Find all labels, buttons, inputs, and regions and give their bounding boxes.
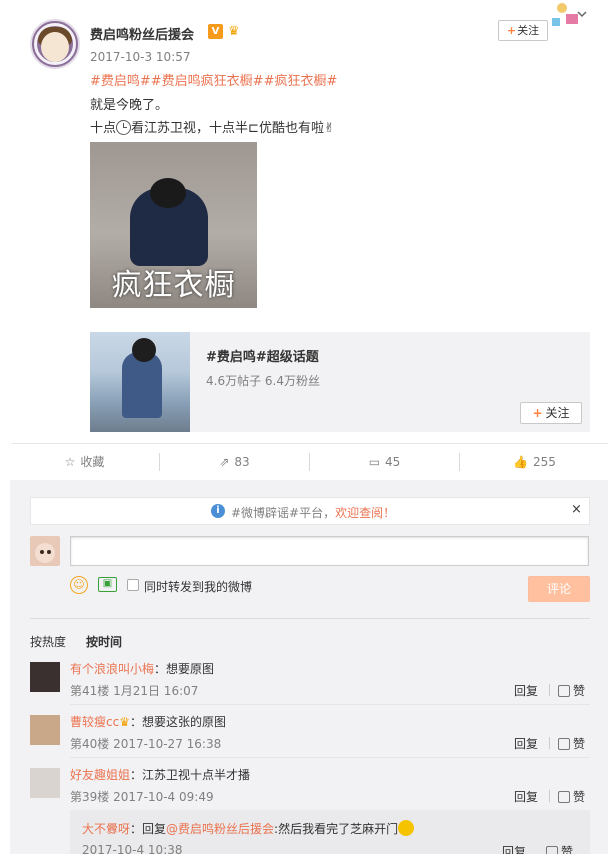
topic-card-image[interactable] <box>90 332 190 432</box>
commenter-name: 有个浪浪叫小梅：想要原图 <box>70 660 214 677</box>
post-text-part: 优酷也有啦 <box>258 121 324 136</box>
nested-reply: 大不釁呀：回复@费启鸣粉丝后援会:然后我看完了芝麻开门 2017-10-4 10… <box>70 810 590 854</box>
reply-link[interactable]: 回复 <box>514 682 538 699</box>
favorite-button[interactable]: ☆ 收藏 <box>10 444 159 480</box>
post-text-part: 十点 <box>90 121 117 136</box>
post-timestamp[interactable]: 2017-10-3 10:57 <box>90 50 191 64</box>
comment-meta: 第40楼 2017-10-27 16:38 <box>70 737 222 751</box>
topic-card-title[interactable]: #费启鸣#超级话题 <box>206 346 319 365</box>
comment-meta: 第41楼 1月21日 16:07 <box>70 684 199 698</box>
notice-text: #微博辟谣#平台，欢迎查阅！ <box>231 504 395 521</box>
commenter-name-link[interactable]: 曹较瘦cc <box>70 715 119 729</box>
reply-link[interactable]: 回复 <box>502 843 526 854</box>
submit-comment-button[interactable]: 评论 <box>528 576 590 602</box>
commenter-avatar[interactable] <box>30 715 60 745</box>
post-text-part: 看江苏卫视，十点半 <box>131 121 249 136</box>
reply-link[interactable]: 回复 <box>514 735 538 752</box>
image-caption: 疯狂衣橱 <box>111 268 236 303</box>
like-button[interactable]: 👍 255 <box>460 444 608 480</box>
notice-link[interactable]: 欢迎查阅！ <box>335 506 395 520</box>
repost-checkbox-label[interactable]: 同时转发到我的微博 <box>144 578 252 595</box>
comment-like-button[interactable]: 赞 <box>558 735 585 752</box>
post-text-glyph: ⊏ <box>248 121 259 136</box>
forward-button[interactable]: ⇗ 83 <box>160 444 309 480</box>
commenter-avatar[interactable] <box>30 662 60 692</box>
mention-link[interactable]: @费启鸣粉丝后援会 <box>166 822 274 836</box>
post-text-line1: 就是今晚了。 <box>90 98 169 113</box>
author-avatar[interactable] <box>30 19 80 69</box>
comment-like-button[interactable]: 赞 <box>558 682 585 699</box>
nested-replier-name[interactable]: 大不釁呀 <box>82 822 130 836</box>
clock-icon <box>116 120 132 135</box>
my-avatar[interactable] <box>30 536 60 566</box>
repost-checkbox[interactable] <box>127 579 139 591</box>
follow-button[interactable]: +关注 <box>498 20 548 41</box>
forward-count: 83 <box>234 455 250 469</box>
nested-reply-text: :然后我看完了芝麻开门 <box>274 822 399 836</box>
member-crown-icon: ♛ <box>119 715 130 729</box>
comment-like-button[interactable]: 赞 <box>546 843 573 854</box>
like-label: 赞 <box>573 790 586 804</box>
member-crown-icon: ♛ <box>228 24 240 39</box>
image-upload-icon[interactable]: ▣ <box>98 577 117 592</box>
topic-follow-label: 关注 <box>545 406 570 420</box>
comment-meta: 第39楼 2017-10-4 09:49 <box>70 790 214 804</box>
topic-card-meta: 4.6万帖子 6.4万粉丝 <box>206 374 320 388</box>
notice-text-a: #微博辟谣#平台， <box>231 506 336 520</box>
comment-input[interactable] <box>70 536 589 566</box>
topic-follow-button[interactable]: + 关注 <box>520 402 582 424</box>
forward-icon: ⇗ <box>219 455 230 469</box>
commenter-name-link[interactable]: 有个浪浪叫小梅 <box>70 662 154 676</box>
divider <box>30 618 590 619</box>
star-icon: ☆ <box>64 455 76 469</box>
commenter-name-link[interactable]: 好友趣姐姐 <box>70 768 130 782</box>
favorite-label: 收藏 <box>80 455 105 469</box>
comment-text: ：江苏卫视十点半才播 <box>130 768 251 782</box>
thumbs-up-icon <box>546 846 558 854</box>
post-text-line2: 十点 看江苏卫视，十点半⊏优酷也有啦✌ <box>90 117 335 136</box>
divider <box>70 757 590 758</box>
follow-label: 关注 <box>517 24 540 37</box>
nested-reply-line: 大不釁呀：回复@费启鸣粉丝后援会:然后我看完了芝麻开门 <box>82 820 415 837</box>
nested-reply-prefix: ：回复 <box>130 822 167 836</box>
comment-count: 45 <box>385 455 401 469</box>
emoji-icon[interactable]: ☺ <box>70 576 88 594</box>
verified-badge-icon: V <box>208 24 223 39</box>
thumbs-up-icon <box>558 738 570 750</box>
commenter-avatar[interactable] <box>30 768 60 798</box>
info-icon: i <box>211 504 225 518</box>
like-label: 赞 <box>573 737 586 751</box>
action-bar: ☆ 收藏 ⇗ 83 ▭ 45 👍 255 <box>10 444 608 480</box>
peace-emoji-icon: ✌ <box>323 121 335 136</box>
comment-icon: ▭ <box>368 455 381 469</box>
comment-text: ：想要这张的原图 <box>129 715 226 729</box>
sort-by-heat[interactable]: 按热度 <box>30 633 66 650</box>
like-label: 赞 <box>573 684 586 698</box>
author-name[interactable]: 费启鸣粉丝后援会 <box>90 24 194 43</box>
divider <box>70 704 590 705</box>
commenter-name: 曹较瘦cc♛：想要这张的原图 <box>70 713 226 730</box>
notice-bar: i #微博辟谣#平台，欢迎查阅！ × <box>30 497 590 525</box>
post-image[interactable]: 疯狂衣橱 <box>90 142 257 308</box>
chevron-down-icon[interactable] <box>548 2 590 28</box>
comment-button[interactable]: ▭ 45 <box>310 444 459 480</box>
reply-link[interactable]: 回复 <box>514 788 538 805</box>
close-icon[interactable]: × <box>571 502 582 517</box>
like-label: 赞 <box>561 845 574 854</box>
thumbs-up-icon: 👍 <box>513 455 529 469</box>
comment-like-button[interactable]: 赞 <box>558 788 585 805</box>
comment-text: ：想要原图 <box>154 662 215 676</box>
like-count: 255 <box>533 455 556 469</box>
commenter-name: 好友趣姐姐：江苏卫视十点半才播 <box>70 766 250 783</box>
laughing-emoji-icon <box>398 820 415 836</box>
sort-by-time[interactable]: 按时间 <box>86 633 122 650</box>
thumbs-up-icon <box>558 685 570 697</box>
hashtag-links[interactable]: #费启鸣##费启鸣疯狂衣橱##疯狂衣橱# <box>90 70 337 89</box>
thumbs-up-icon <box>558 791 570 803</box>
nested-reply-meta: 2017-10-4 10:38 <box>82 843 183 854</box>
